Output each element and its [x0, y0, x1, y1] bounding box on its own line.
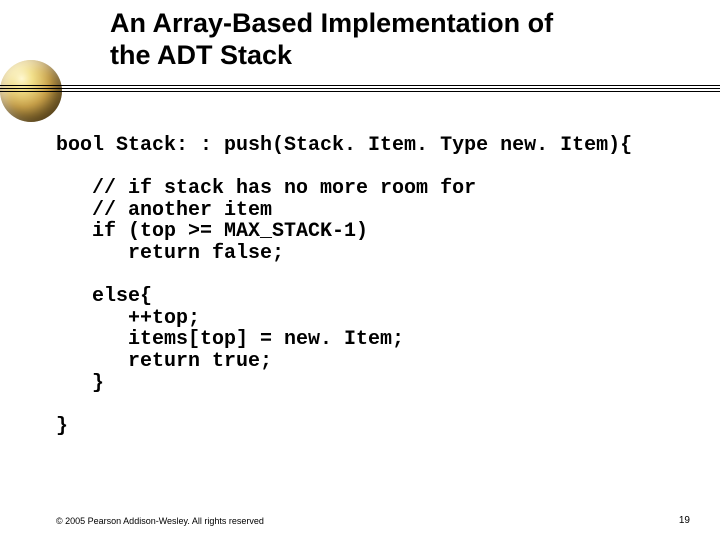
code-line: else{	[56, 285, 152, 308]
code-line: // if stack has no more room for	[56, 177, 476, 200]
slide: An Array-Based Implementation of the ADT…	[0, 0, 720, 540]
code-block: bool Stack: : push(Stack. Item. Type new…	[56, 135, 686, 437]
code-line: ++top;	[56, 307, 200, 330]
code-line: return false;	[56, 242, 284, 265]
slide-title: An Array-Based Implementation of the ADT…	[110, 8, 690, 72]
title-line-1: An Array-Based Implementation of	[110, 8, 553, 38]
divider-lines	[0, 85, 720, 94]
code-line: // another item	[56, 199, 272, 222]
code-line: }	[56, 415, 68, 438]
slide-number: 19	[679, 515, 690, 526]
code-line: }	[56, 372, 104, 395]
code-line: items[top] = new. Item;	[56, 328, 404, 351]
code-line: return true;	[56, 350, 272, 373]
code-line: if (top >= MAX_STACK-1)	[56, 220, 368, 243]
title-line-2: the ADT Stack	[110, 40, 292, 70]
code-line: bool Stack: : push(Stack. Item. Type new…	[56, 134, 632, 157]
copyright-footer: © 2005 Pearson Addison-Wesley. All right…	[56, 516, 264, 526]
